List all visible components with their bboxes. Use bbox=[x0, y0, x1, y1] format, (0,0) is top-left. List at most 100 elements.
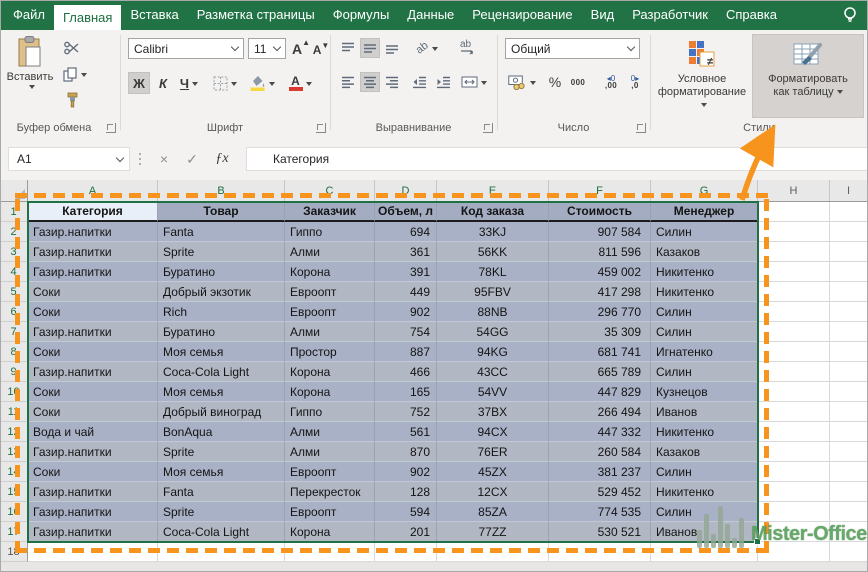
cell-F13[interactable]: 260 584 bbox=[549, 442, 651, 462]
cell-F1[interactable]: Стоимость bbox=[549, 202, 651, 222]
cell-B11[interactable]: Добрый виноград bbox=[158, 402, 285, 422]
format-painter-button[interactable] bbox=[60, 90, 84, 110]
fill-handle[interactable] bbox=[754, 538, 761, 545]
cell-D7[interactable]: 754 bbox=[375, 322, 437, 342]
cell-I10[interactable] bbox=[830, 382, 868, 402]
cell-D11[interactable]: 752 bbox=[375, 402, 437, 422]
cell-F12[interactable]: 447 332 bbox=[549, 422, 651, 442]
cell-D10[interactable]: 165 bbox=[375, 382, 437, 402]
shrink-font-button[interactable]: A▼ bbox=[312, 40, 330, 59]
cell-C13[interactable]: Алми bbox=[285, 442, 375, 462]
grow-font-button[interactable]: A▲ bbox=[292, 38, 310, 59]
cell-I6[interactable] bbox=[830, 302, 868, 322]
cell-E12[interactable]: 94CX bbox=[437, 422, 549, 442]
font-size-combobox[interactable]: 11 bbox=[248, 38, 286, 59]
row-header-18[interactable]: 18 bbox=[0, 542, 28, 562]
orientation-button[interactable]: ab bbox=[410, 38, 444, 58]
cell-I11[interactable] bbox=[830, 402, 868, 422]
help-lightbulb-icon[interactable] bbox=[842, 6, 858, 24]
align-right-button[interactable] bbox=[382, 72, 402, 92]
cell-A11[interactable]: Соки bbox=[28, 402, 158, 422]
row-header-4[interactable]: 4 bbox=[0, 262, 28, 282]
formula-input[interactable]: Категория bbox=[246, 147, 868, 171]
cell-E13[interactable]: 76ER bbox=[437, 442, 549, 462]
cell-B8[interactable]: Моя семья bbox=[158, 342, 285, 362]
cell-B16[interactable]: Sprite bbox=[158, 502, 285, 522]
insert-function-icon[interactable]: ƒx bbox=[210, 147, 234, 171]
cell-A6[interactable]: Соки bbox=[28, 302, 158, 322]
cell-D4[interactable]: 391 bbox=[375, 262, 437, 282]
increase-indent-button[interactable] bbox=[432, 72, 454, 92]
cell-E8[interactable]: 94KG bbox=[437, 342, 549, 362]
cell-H18[interactable] bbox=[758, 542, 830, 562]
row-header-2[interactable]: 2 bbox=[0, 222, 28, 242]
cell-H15[interactable] bbox=[758, 482, 830, 502]
cell-H12[interactable] bbox=[758, 422, 830, 442]
cell-E16[interactable]: 85ZA bbox=[437, 502, 549, 522]
cell-A4[interactable]: Газир.напитки bbox=[28, 262, 158, 282]
cell-F18[interactable] bbox=[549, 542, 651, 562]
ribbon-tab-9[interactable]: Разработчик bbox=[623, 0, 717, 30]
cell-C4[interactable]: Корона bbox=[285, 262, 375, 282]
row-header-10[interactable]: 10 bbox=[0, 382, 28, 402]
cell-E11[interactable]: 37BX bbox=[437, 402, 549, 422]
ribbon-tab-5[interactable]: Формулы bbox=[324, 0, 399, 30]
cell-A13[interactable]: Газир.напитки bbox=[28, 442, 158, 462]
cell-A8[interactable]: Соки bbox=[28, 342, 158, 362]
row-header-6[interactable]: 6 bbox=[0, 302, 28, 322]
cell-F2[interactable]: 907 584 bbox=[549, 222, 651, 242]
cell-E15[interactable]: 12CX bbox=[437, 482, 549, 502]
number-format-combobox[interactable]: Общий bbox=[505, 38, 640, 59]
cell-H8[interactable] bbox=[758, 342, 830, 362]
cell-A9[interactable]: Газир.напитки bbox=[28, 362, 158, 382]
underline-button[interactable]: Ч bbox=[175, 72, 203, 94]
ribbon-tab-7[interactable]: Рецензирование bbox=[463, 0, 581, 30]
ribbon-tab-10[interactable]: Справка bbox=[717, 0, 786, 30]
cell-A10[interactable]: Соки bbox=[28, 382, 158, 402]
cell-A7[interactable]: Газир.напитки bbox=[28, 322, 158, 342]
column-header-F[interactable]: F bbox=[549, 180, 651, 201]
cell-F6[interactable]: 296 770 bbox=[549, 302, 651, 322]
cell-B13[interactable]: Sprite bbox=[158, 442, 285, 462]
italic-button[interactable]: К bbox=[153, 72, 173, 94]
number-dialog-launcher[interactable] bbox=[636, 123, 646, 133]
cell-C15[interactable]: Перекресток bbox=[285, 482, 375, 502]
cell-C10[interactable]: Корона bbox=[285, 382, 375, 402]
cell-I7[interactable] bbox=[830, 322, 868, 342]
cell-E6[interactable]: 88NB bbox=[437, 302, 549, 322]
cell-I8[interactable] bbox=[830, 342, 868, 362]
cell-D9[interactable]: 466 bbox=[375, 362, 437, 382]
percent-style-button[interactable]: % bbox=[546, 72, 564, 92]
font-color-button[interactable]: А bbox=[284, 72, 316, 94]
row-header-17[interactable]: 17 bbox=[0, 522, 28, 542]
enter-icon[interactable]: ✓ bbox=[180, 147, 204, 171]
cell-D16[interactable]: 594 bbox=[375, 502, 437, 522]
cell-A18[interactable] bbox=[28, 542, 158, 562]
cell-G11[interactable]: Иванов bbox=[651, 402, 758, 422]
cell-A15[interactable]: Газир.напитки bbox=[28, 482, 158, 502]
cell-H7[interactable] bbox=[758, 322, 830, 342]
cell-E5[interactable]: 95FBV bbox=[437, 282, 549, 302]
cell-A1[interactable]: Категория bbox=[28, 202, 158, 222]
cell-H1[interactable] bbox=[758, 202, 830, 222]
cell-D2[interactable]: 694 bbox=[375, 222, 437, 242]
cell-H17[interactable] bbox=[758, 522, 830, 542]
cell-H16[interactable] bbox=[758, 502, 830, 522]
cell-D17[interactable]: 201 bbox=[375, 522, 437, 542]
comma-style-button[interactable]: 000 bbox=[567, 72, 589, 92]
cell-H3[interactable] bbox=[758, 242, 830, 262]
cell-D15[interactable]: 128 bbox=[375, 482, 437, 502]
column-header-C[interactable]: C bbox=[285, 180, 375, 201]
cell-A2[interactable]: Газир.напитки bbox=[28, 222, 158, 242]
cell-C5[interactable]: Евроопт bbox=[285, 282, 375, 302]
row-header-9[interactable]: 9 bbox=[0, 362, 28, 382]
cell-F15[interactable]: 529 452 bbox=[549, 482, 651, 502]
cell-C6[interactable]: Евроопт bbox=[285, 302, 375, 322]
cell-A14[interactable]: Соки bbox=[28, 462, 158, 482]
cell-B7[interactable]: Буратино bbox=[158, 322, 285, 342]
cell-B9[interactable]: Coca-Cola Light bbox=[158, 362, 285, 382]
cell-B12[interactable]: BonAqua bbox=[158, 422, 285, 442]
cell-E2[interactable]: 33KJ bbox=[437, 222, 549, 242]
borders-button[interactable] bbox=[210, 72, 240, 94]
ribbon-tab-8[interactable]: Вид bbox=[582, 0, 624, 30]
